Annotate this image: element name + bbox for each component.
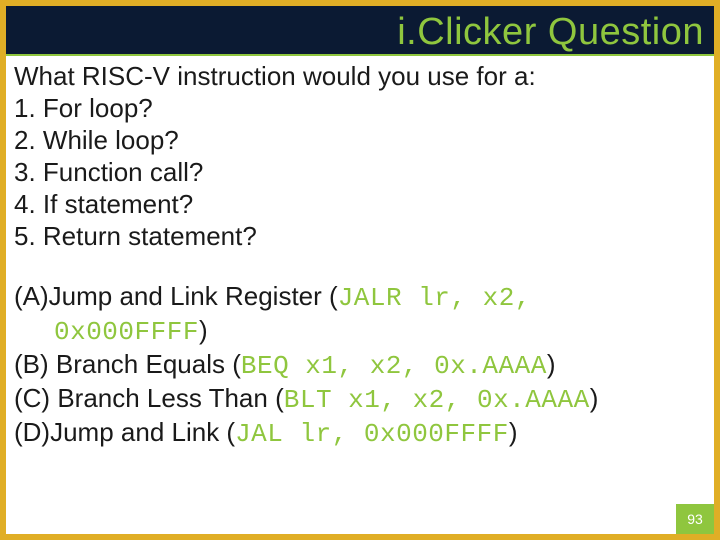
slide-title: i.Clicker Question <box>397 10 704 54</box>
question-block: What RISC-V instruction would you use fo… <box>14 60 706 252</box>
question-item: 4. If statement? <box>14 188 706 220</box>
slide-frame: i.Clicker Question What RISC-V instructi… <box>0 0 720 540</box>
slide-content: What RISC-V instruction would you use fo… <box>6 56 714 450</box>
answer-a: (A)Jump and Link Register (JALR lr, x2, <box>14 280 706 314</box>
answer-a-code2: 0x000FFFF <box>54 317 199 347</box>
page-number-badge: 93 <box>676 504 714 534</box>
answer-d: (D)Jump and Link (JAL lr, 0x000FFFF) <box>14 416 706 450</box>
answer-c-pre: (C) Branch Less Than ( <box>14 383 284 413</box>
answer-c-post: ) <box>590 383 599 413</box>
answers-block: (A)Jump and Link Register (JALR lr, x2, … <box>14 280 706 450</box>
answer-d-post: ) <box>509 417 518 447</box>
answer-b-pre: (B) Branch Equals ( <box>14 349 241 379</box>
answer-d-code: JAL lr, 0x000FFFF <box>235 419 509 449</box>
answer-a-pre: (A)Jump and Link Register ( <box>14 281 338 311</box>
answer-b-post: ) <box>547 349 556 379</box>
question-item: 5. Return statement? <box>14 220 706 252</box>
answer-b-code: BEQ x1, x2, 0x.AAAA <box>241 351 547 381</box>
question-item: 2. While loop? <box>14 124 706 156</box>
answer-a-cont: 0x000FFFF) <box>14 314 706 348</box>
question-item: 3. Function call? <box>14 156 706 188</box>
question-item: 1. For loop? <box>14 92 706 124</box>
answer-c: (C) Branch Less Than (BLT x1, x2, 0x.AAA… <box>14 382 706 416</box>
answer-c-code: BLT x1, x2, 0x.AAAA <box>284 385 590 415</box>
question-prompt: What RISC-V instruction would you use fo… <box>14 60 706 92</box>
answer-a-post: ) <box>199 315 208 345</box>
page-number: 93 <box>687 511 703 527</box>
answer-d-pre: (D)Jump and Link ( <box>14 417 235 447</box>
answer-b: (B) Branch Equals (BEQ x1, x2, 0x.AAAA) <box>14 348 706 382</box>
title-bar: i.Clicker Question <box>6 6 714 54</box>
answer-a-code1: JALR lr, x2, <box>338 283 531 313</box>
